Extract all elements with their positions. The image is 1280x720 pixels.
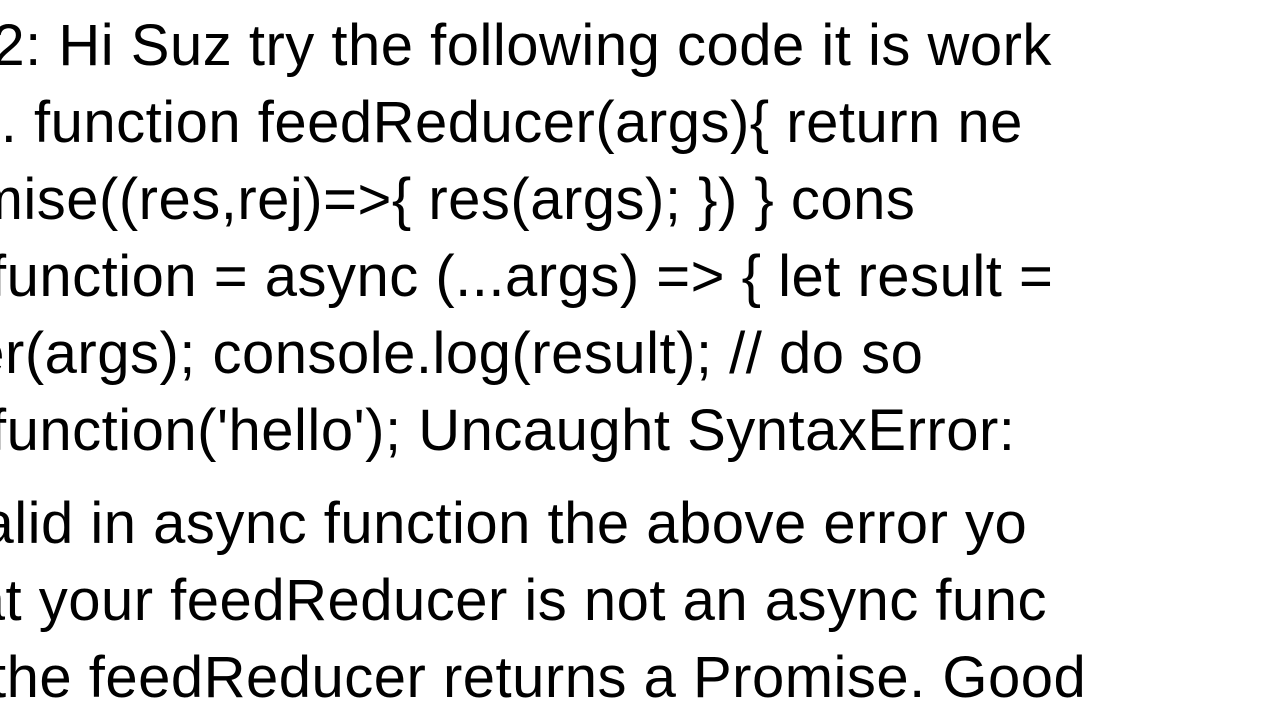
text-line-4: function = async (...args) => { let resu… [0,239,1053,316]
text-line-8: nat your feedReducer is not an async fun… [0,563,1047,640]
cropped-text-block: r 2: Hi Suz try the following code it is… [0,0,1280,720]
text-line-7: valid in async function the above error … [0,486,1027,563]
text-line-9: the feedReducer returns a Promise. Good [0,640,1086,717]
text-line-6: function('hello'); Uncaught SyntaxError: [0,393,1015,470]
text-line-5: ucer(args); console.log(result); // do s… [0,316,923,393]
text-line-2: e. function feedReducer(args){ return ne [0,85,1023,162]
text-line-1: r 2: Hi Suz try the following code it is… [0,8,1052,85]
text-line-3: romise((res,rej)=>{ res(args); }) } cons [0,162,915,239]
